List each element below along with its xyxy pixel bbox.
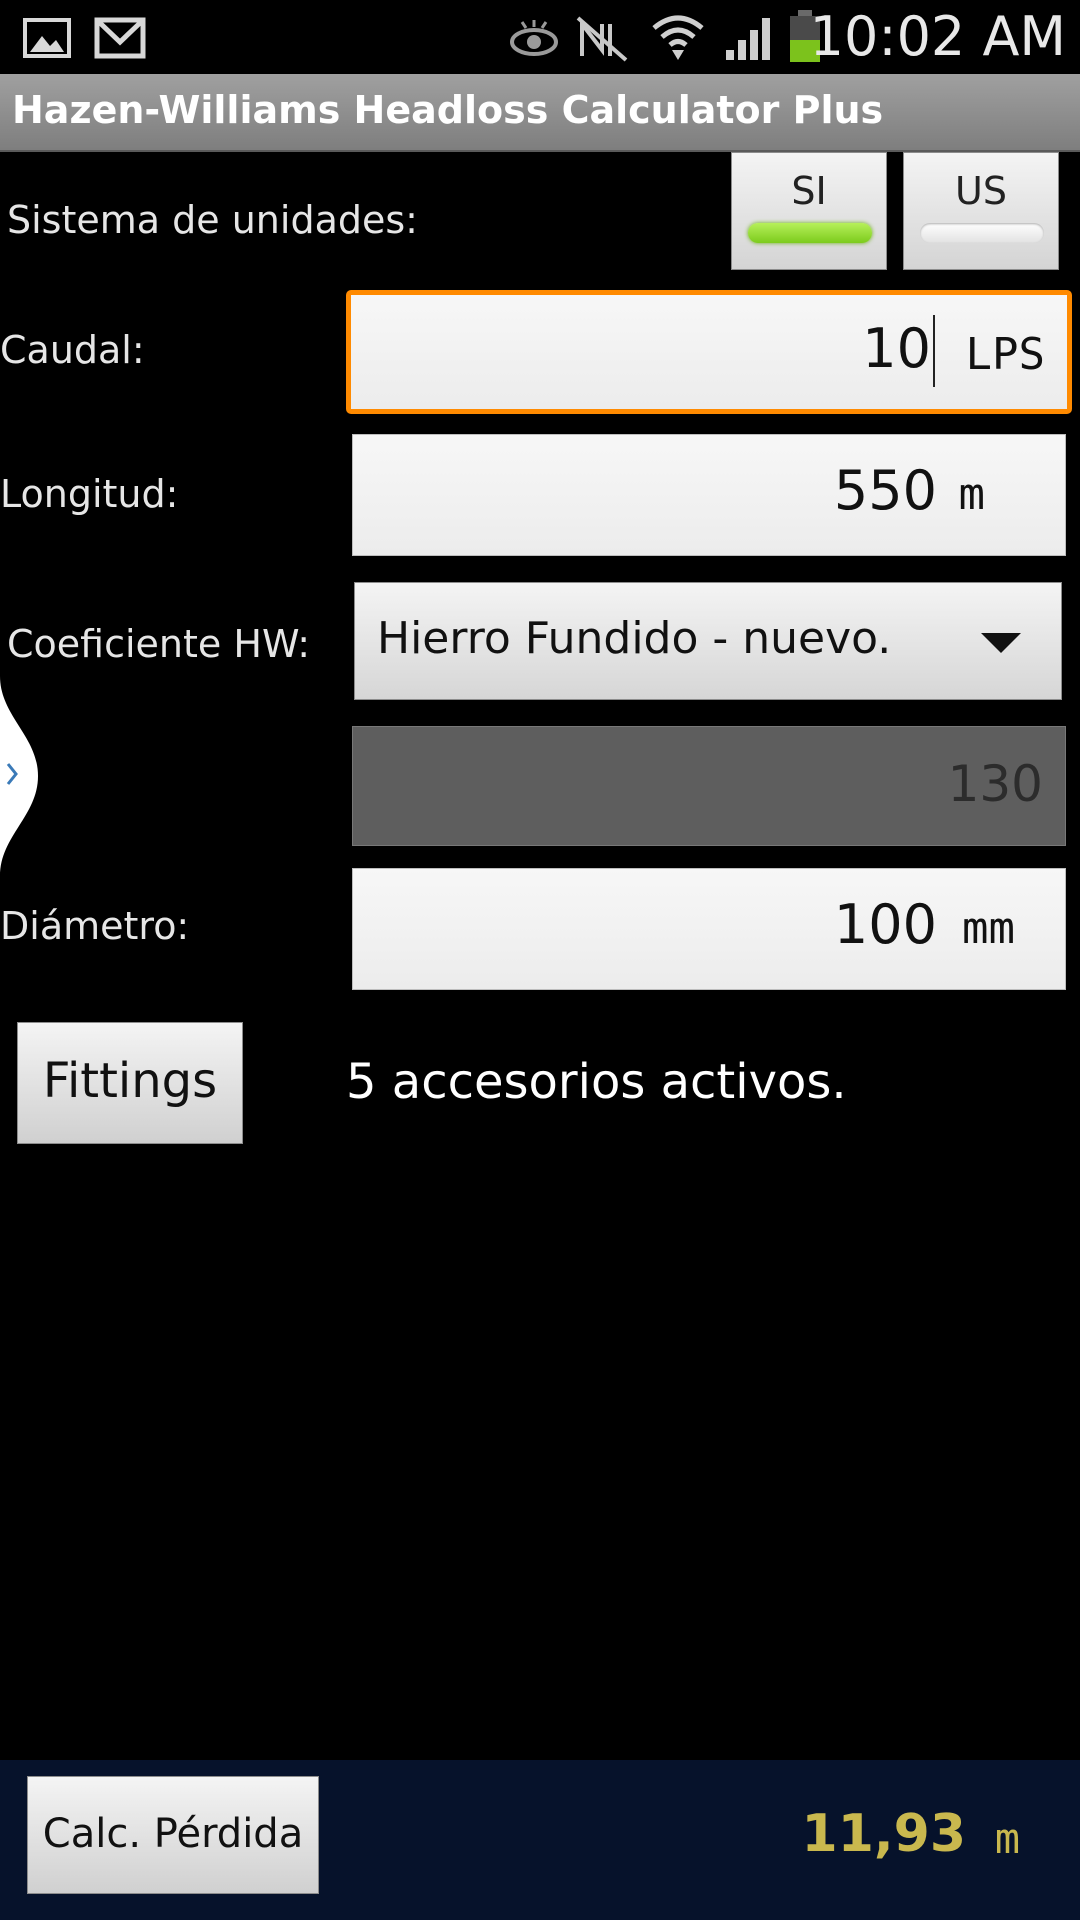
- us-toggle-indicator: [920, 223, 1044, 243]
- units-label: Sistema de unidades:: [7, 198, 418, 242]
- diameter-value: 100: [833, 893, 937, 956]
- fittings-button-label: Fittings: [42, 1053, 218, 1109]
- gmail-icon: [94, 17, 146, 59]
- length-unit: m: [958, 469, 986, 520]
- calculate-loss-button[interactable]: Calc. Pérdida: [27, 1776, 319, 1894]
- flow-label: Caudal:: [0, 328, 145, 372]
- flow-value: 10: [862, 317, 931, 380]
- hw-coefficient-value-field: 130: [352, 726, 1066, 846]
- si-toggle-label: SI: [791, 169, 827, 213]
- wifi-icon: [652, 15, 704, 60]
- clock: 10:02 AM: [809, 5, 1066, 68]
- length-input[interactable]: 550 m: [352, 434, 1066, 556]
- screen: 10:02 AM Hazen-Williams Headloss Calcula…: [0, 0, 1080, 1920]
- us-toggle-button[interactable]: US: [903, 152, 1059, 270]
- eye-icon: [510, 20, 558, 56]
- dropdown-arrow-icon: [981, 633, 1021, 653]
- fittings-status: 5 accesorios activos.: [346, 1054, 847, 1110]
- signal-icon: [726, 18, 770, 60]
- result-unit: m: [994, 1814, 1020, 1863]
- us-toggle-label: US: [955, 169, 1007, 213]
- calculate-loss-button-label: Calc. Pérdida: [42, 1811, 304, 1857]
- flow-input[interactable]: 10 LPS: [346, 290, 1072, 414]
- bottom-bar: Calc. Pérdida 11,93 m: [0, 1760, 1080, 1920]
- result-value: 11,93: [801, 1804, 966, 1864]
- diameter-input[interactable]: 100 mm: [352, 868, 1066, 990]
- hw-coefficient-value: 130: [947, 755, 1043, 813]
- nfc-off-icon: [576, 16, 628, 62]
- diameter-label: Diámetro:: [0, 904, 190, 948]
- flow-unit: LPS: [965, 329, 1045, 380]
- text-caret: [933, 315, 935, 387]
- si-toggle-indicator: [748, 223, 872, 243]
- title-bar: Hazen-Williams Headloss Calculator Plus: [0, 74, 1080, 152]
- gallery-icon: [23, 18, 71, 58]
- si-toggle-button[interactable]: SI: [731, 152, 887, 270]
- drawer-handle[interactable]: [0, 676, 40, 876]
- fittings-button[interactable]: Fittings: [17, 1022, 243, 1144]
- material-selected: Hierro Fundido - nuevo.: [377, 613, 892, 664]
- material-dropdown[interactable]: Hierro Fundido - nuevo.: [354, 582, 1062, 700]
- status-bar: 10:02 AM: [0, 0, 1080, 74]
- length-label: Longitud:: [0, 472, 179, 516]
- length-value: 550: [833, 459, 937, 522]
- diameter-unit: mm: [962, 903, 1015, 954]
- hw-coefficient-label: Coeficiente HW:: [7, 622, 311, 666]
- app-title: Hazen-Williams Headloss Calculator Plus: [12, 88, 884, 132]
